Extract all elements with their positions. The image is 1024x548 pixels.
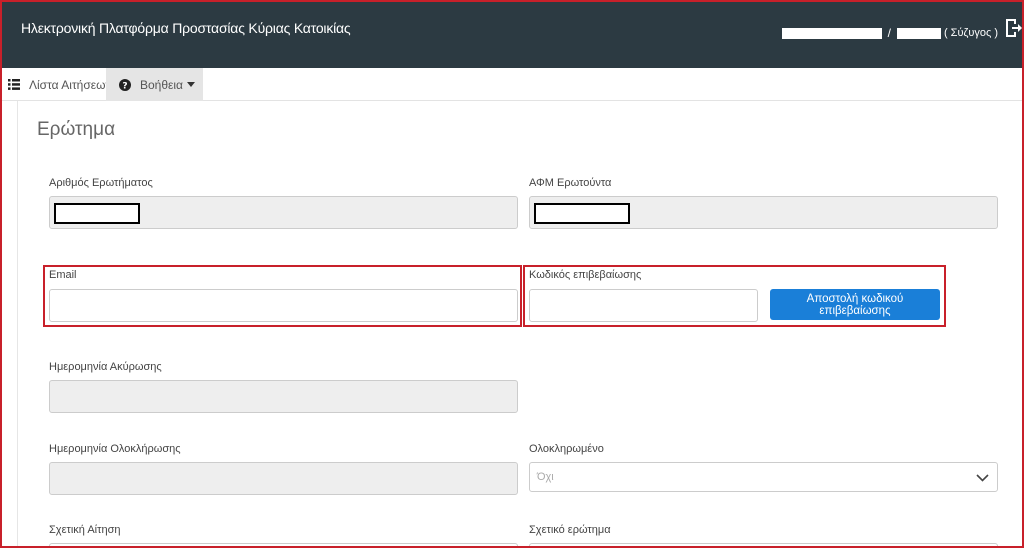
completed-select-value: Όχι xyxy=(537,471,554,483)
user-role: ( Σύζυγος ) xyxy=(943,27,998,39)
list-icon xyxy=(8,79,20,90)
completion-date-label: Ημερομηνία Ολοκλήρωσης xyxy=(49,443,181,455)
nav-help-dropdown[interactable]: ? Βοήθεια xyxy=(106,68,203,101)
related-question-label: Σχετικό ερώτημα xyxy=(529,524,611,536)
send-verification-code-button[interactable]: Αποστολή κωδικού επιβεβαίωσης xyxy=(770,289,940,320)
page-title: Ερώτημα xyxy=(37,119,116,140)
nav-help-label: Βοήθεια xyxy=(140,77,183,92)
related-application-label: Σχετική Αίτηση xyxy=(49,524,121,536)
question-number-field xyxy=(49,196,518,229)
email-input[interactable] xyxy=(49,289,518,322)
svg-text:?: ? xyxy=(122,81,127,91)
redacted-user-name xyxy=(781,27,882,39)
cancel-date-field xyxy=(49,380,518,413)
cancel-date-label: Ημερομηνία Ακύρωσης xyxy=(49,361,162,373)
email-label: Email xyxy=(49,269,77,281)
nav-application-list-label: Λίστα Αιτήσεων xyxy=(29,77,112,92)
redacted-spouse-name xyxy=(896,27,941,39)
user-separator: / xyxy=(887,26,891,40)
afm-field xyxy=(529,196,998,229)
redacted-question-number xyxy=(54,203,140,224)
chevron-down-icon xyxy=(976,474,989,482)
completion-date-field xyxy=(49,462,518,495)
top-bar: Ηλεκτρονική Πλατφόρμα Προστασίας Κύριας … xyxy=(0,0,1024,68)
verification-code-input[interactable] xyxy=(529,289,758,322)
nav-bar: Λίστα Αιτήσεων ? Βοήθεια xyxy=(0,68,1024,101)
nav-application-list[interactable]: Λίστα Αιτήσεων xyxy=(8,68,111,101)
related-application-field[interactable] xyxy=(49,543,518,548)
afm-label: ΑΦΜ Ερωτούντα xyxy=(529,177,612,189)
related-question-field[interactable] xyxy=(529,543,998,548)
user-info: / ( Σύζυγος ) xyxy=(781,26,998,40)
verification-code-label: Κωδικός επιβεβαίωσης xyxy=(529,269,642,281)
app-title: Ηλεκτρονική Πλατφόρμα Προστασίας Κύριας … xyxy=(21,20,351,36)
caret-down-icon xyxy=(186,82,195,87)
logout-icon[interactable] xyxy=(1004,18,1022,38)
completed-label: Ολοκληρωμένο xyxy=(529,443,604,455)
redacted-afm xyxy=(534,203,630,224)
completed-select[interactable]: Όχι xyxy=(529,462,998,492)
question-number-label: Αριθμός Ερωτήματος xyxy=(49,177,153,189)
question-circle-icon: ? xyxy=(119,78,131,91)
